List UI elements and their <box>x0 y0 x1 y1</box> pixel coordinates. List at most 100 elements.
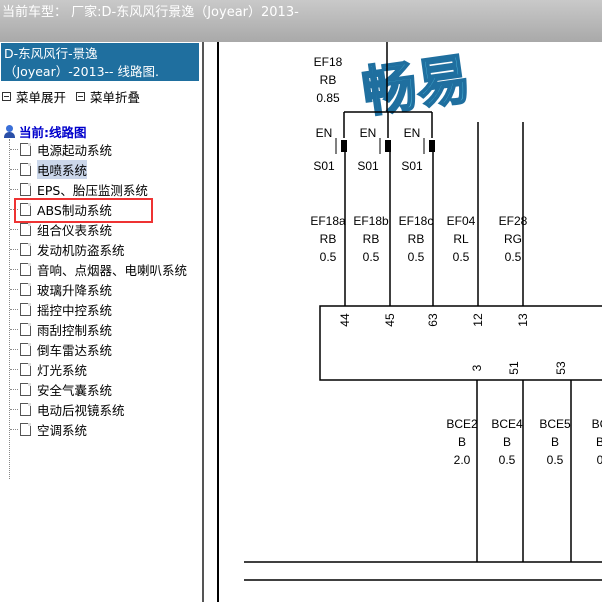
tree-item[interactable]: 雨刮控制系统 <box>10 320 112 338</box>
minus-box-icon <box>76 92 85 101</box>
menu-expand-button[interactable]: 菜单展开 <box>2 87 66 106</box>
tree-item[interactable]: 电动后视镜系统 <box>10 400 125 418</box>
menu-collapse-label: 菜单折叠 <box>90 90 141 105</box>
tree-item[interactable]: 灯光系统 <box>10 360 87 378</box>
tree-branch <box>10 288 18 290</box>
connector-pin-label: 51 <box>507 361 521 375</box>
wiring-diagram-panel[interactable]: 畅易 EF18 RB 0.85 EN S01 EN S01 EN S01 EF18a RB 0.5 44 E… <box>204 42 602 602</box>
current-model-text: 当前车型： 厂家:D-东风风行景逸（Joyear）2013- <box>2 5 299 20</box>
tree-item[interactable]: 发动机防盗系统 <box>10 240 125 258</box>
menu-controls: 菜单展开 菜单折叠 <box>2 87 146 106</box>
tree-item[interactable]: 音响、点烟器、电喇叭系统 <box>10 260 187 278</box>
document-icon <box>20 402 31 416</box>
tree-item[interactable]: 电源起动系统 <box>10 140 112 158</box>
tree-item[interactable]: 安全气囊系统 <box>10 380 112 398</box>
document-icon <box>20 422 31 436</box>
tree-item-label: 电喷系统 <box>37 159 88 179</box>
tree-root-label: 当前:线路图 <box>19 125 87 140</box>
sidebar: D-东风风行-景逸 （Joyear）-2013-- 线路图. 菜单展开 菜单折叠… <box>0 42 204 602</box>
tree-branch <box>10 248 18 250</box>
connector-pin-label: 3 <box>470 364 484 371</box>
tree-item-label: 音响、点烟器、电喇叭系统 <box>37 262 188 278</box>
tree-branch <box>10 348 18 350</box>
tree-branch <box>10 328 18 330</box>
menu-collapse-button[interactable]: 菜单折叠 <box>76 87 140 106</box>
tree-item-label: 电动后视镜系统 <box>37 402 125 418</box>
title-bar: 当前车型： 厂家:D-东风风行景逸（Joyear）2013- <box>0 0 602 43</box>
tree-item[interactable]: 电喷系统 <box>10 159 88 179</box>
wire-name-label: BCE5 <box>539 417 571 431</box>
tree-item-label: 安全气囊系统 <box>37 382 113 398</box>
wire-color-label: RB <box>320 232 337 246</box>
splice-connector <box>385 140 391 152</box>
wire-gauge-label: 0.5 <box>547 453 564 467</box>
tree-branch <box>10 268 18 270</box>
tree-item[interactable]: 空调系统 <box>10 420 87 438</box>
tree-item[interactable]: EPS、胎压监测系统 <box>10 180 148 198</box>
tree-root[interactable]: 当前:线路图 <box>4 122 87 141</box>
sidebar-header-line2: （Joyear）-2013-- 线路图. <box>4 64 160 79</box>
wire-color-label: B <box>551 435 559 449</box>
wire-name-label: EF04 <box>447 214 476 228</box>
document-icon <box>20 342 31 356</box>
user-icon <box>4 125 15 138</box>
tree-item-label: 雨刮控制系统 <box>37 322 113 338</box>
document-icon <box>20 242 31 256</box>
tree-item[interactable]: 摇控中控系统 <box>10 300 112 318</box>
wire-name-label: EF28 <box>499 214 528 228</box>
wire-gauge-label: 0.5 <box>320 250 337 264</box>
splice-bottom-label: S01 <box>357 159 379 173</box>
document-icon <box>20 302 31 316</box>
wire-name-label: EF18b <box>353 214 389 228</box>
wiring-diagram: 畅易 EF18 RB 0.85 EN S01 EN S01 EN S01 EF18a RB 0.5 44 E… <box>217 42 602 602</box>
tree-item-label: 发动机防盗系统 <box>37 242 125 258</box>
document-icon <box>20 162 31 176</box>
tree-item-label: 倒车雷达系统 <box>37 342 113 358</box>
splice-top-label: EN <box>316 126 333 140</box>
document-icon <box>20 222 31 236</box>
wire-gauge-label: 0.5 <box>453 250 470 264</box>
sidebar-header-line1: D-东风风行-景逸 <box>4 46 98 61</box>
connector-pin-label: 44 <box>338 313 352 327</box>
wire-name-label: EF18a <box>310 214 346 228</box>
splice-connector <box>429 140 435 152</box>
tree-item[interactable]: 倒车雷达系统 <box>10 340 112 358</box>
document-icon <box>20 262 31 276</box>
tree-branch <box>10 368 18 370</box>
tree-branch <box>10 188 18 190</box>
document-icon <box>20 382 31 396</box>
wire-name-label: EF18c <box>399 214 434 228</box>
connector-pin-label: 45 <box>383 313 397 327</box>
connector-pin-label: 53 <box>554 361 568 375</box>
tree-item[interactable]: 玻璃升降系统 <box>10 280 112 298</box>
sidebar-header: D-东风风行-景逸 （Joyear）-2013-- 线路图. <box>1 43 199 81</box>
connector-pin-label: 12 <box>471 313 485 327</box>
document-icon <box>20 322 31 336</box>
wire-gauge-label: 0.5 <box>408 250 425 264</box>
tree-item-label: EPS、胎压监测系统 <box>37 182 148 198</box>
menu-expand-label: 菜单展开 <box>16 90 67 105</box>
wire-name-label: BCE2 <box>446 417 478 431</box>
wire-color-label: B <box>503 435 511 449</box>
wire-gauge-label: 0.5 <box>499 453 516 467</box>
tree-item-label: 灯光系统 <box>37 362 88 378</box>
tree-branch <box>10 228 18 230</box>
selected-item-highlight-box <box>14 198 153 223</box>
top-wire-gauge: 0.85 <box>316 91 340 105</box>
wire-gauge-label: 0.5 <box>505 250 522 264</box>
top-wire-name: EF18 <box>314 55 343 69</box>
document-icon <box>20 362 31 376</box>
tree-branch <box>10 308 18 310</box>
tree-branch <box>10 148 18 150</box>
tree-item-label: 电源起动系统 <box>37 142 113 158</box>
wire-name-label: BC <box>592 417 602 431</box>
tree-branch <box>10 408 18 410</box>
tree-item-label: 摇控中控系统 <box>37 302 113 318</box>
wire-name-label: BCE4 <box>491 417 523 431</box>
tree-branch <box>10 388 18 390</box>
splice-connector <box>341 140 347 152</box>
wire-color-label: RB <box>408 232 425 246</box>
tree-item-label: 玻璃升降系统 <box>37 282 113 298</box>
tree-branch <box>10 428 18 430</box>
watermark-logo: 畅易 <box>359 47 475 124</box>
